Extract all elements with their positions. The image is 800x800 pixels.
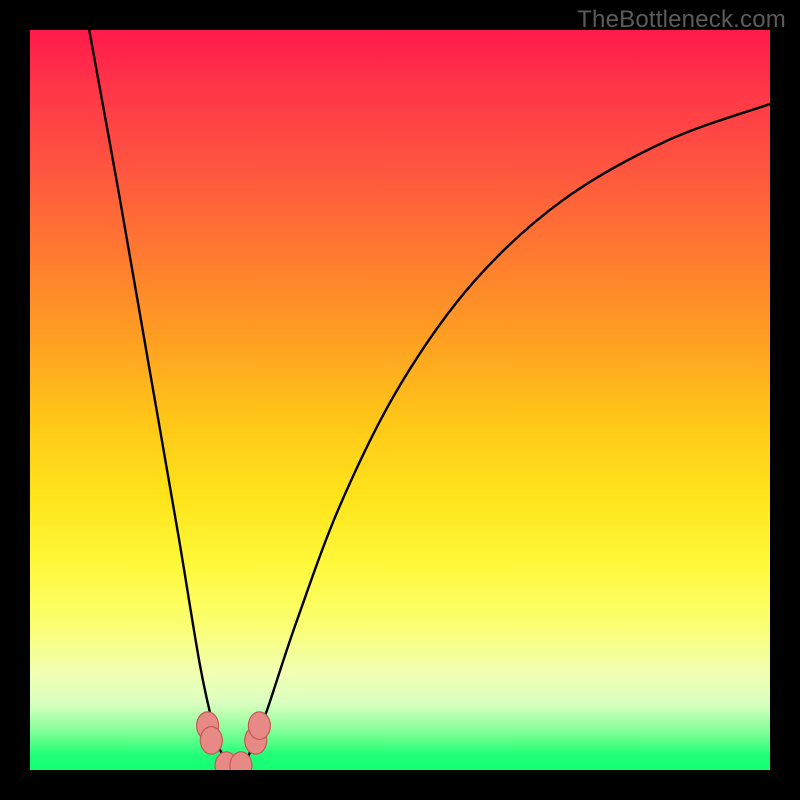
chart-frame: TheBottleneck.com [0, 0, 800, 800]
data-marker-1 [200, 727, 222, 755]
curve-markers [30, 30, 770, 770]
data-marker-5 [248, 712, 270, 740]
chart-plot-area [30, 30, 770, 770]
